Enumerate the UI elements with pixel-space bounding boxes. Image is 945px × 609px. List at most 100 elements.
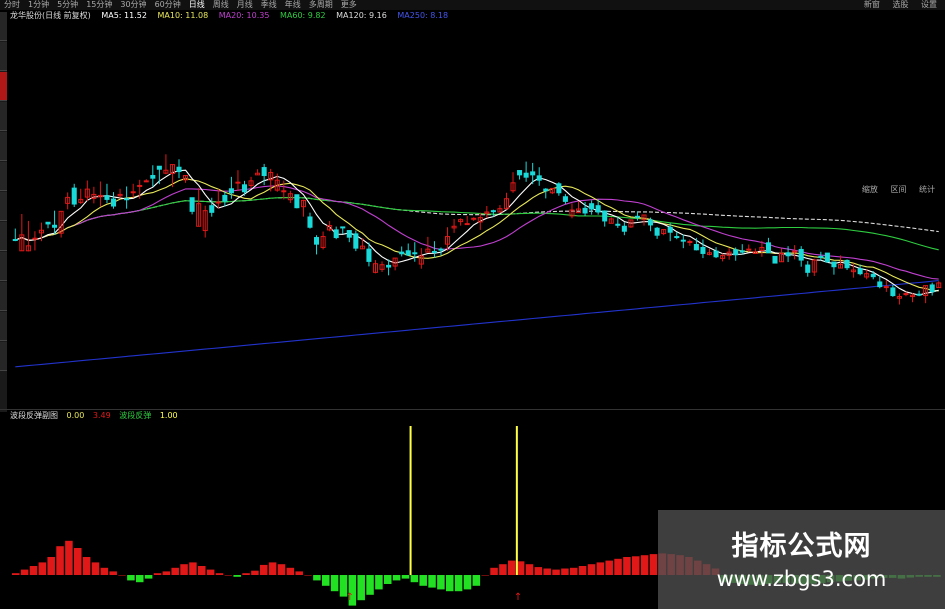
side-tab-7[interactable]: [0, 192, 7, 221]
histogram-bar: [357, 575, 365, 601]
candle-body: [45, 221, 51, 225]
histogram-bar: [561, 568, 569, 575]
candle-body: [215, 201, 221, 204]
histogram-bar: [38, 562, 47, 575]
period-tab-5[interactable]: 60分钟: [151, 0, 185, 10]
ma20-value: MA20: 10.35: [218, 11, 270, 20]
stock-title: 龙华股份(日线 前复权): [10, 11, 91, 20]
settings-button[interactable]: 设置: [921, 0, 937, 9]
period-tab-11[interactable]: 多周期: [305, 0, 337, 10]
candle-body: [739, 250, 745, 253]
period-tab-9[interactable]: 季线: [257, 0, 281, 10]
histogram-bar: [313, 575, 321, 581]
side-tab-10[interactable]: [0, 282, 7, 311]
candle-body: [602, 210, 608, 222]
histogram-bar: [91, 562, 100, 575]
ma120-value: MA120: 9.16: [336, 11, 387, 20]
candle-body: [785, 252, 791, 257]
side-tab-8[interactable]: [0, 222, 7, 251]
period-tab-0[interactable]: 分时: [0, 0, 24, 10]
histogram-bar: [508, 560, 516, 575]
candle-body: [222, 194, 228, 202]
histogram-bar: [233, 575, 241, 577]
histogram-bar: [65, 540, 73, 575]
stock-picker-button[interactable]: 选股: [892, 0, 908, 9]
period-tab-3[interactable]: 15分钟: [82, 0, 116, 10]
stats-button[interactable]: 统计: [919, 185, 935, 194]
histogram-bar: [446, 575, 454, 592]
ma10-line: [15, 178, 939, 292]
side-tab-4[interactable]: [0, 102, 7, 131]
side-tab-6[interactable]: [0, 162, 7, 191]
side-tab-1[interactable]: [0, 12, 7, 41]
candle-body: [798, 248, 804, 261]
candle-body: [235, 181, 241, 184]
period-toolbar: 分时 1分钟 5分钟 15分钟 30分钟 60分钟 日线 周线 月线 季线 年线 多周期 更多: [0, 0, 945, 10]
histogram-bar: [578, 566, 587, 575]
candle-body: [746, 248, 752, 251]
candle-body: [104, 195, 110, 200]
histogram-bar: [56, 546, 64, 575]
histogram-bar: [463, 575, 472, 590]
histogram-bar: [454, 575, 463, 592]
zoom-button[interactable]: 缩放: [862, 185, 878, 194]
candle-body: [137, 184, 143, 187]
histogram-bar: [516, 561, 525, 575]
histogram-bar: [375, 575, 383, 590]
candle-body: [12, 239, 18, 242]
period-tab-8[interactable]: 月线: [233, 0, 257, 10]
range-button[interactable]: 区间: [890, 185, 906, 194]
candle-body: [654, 227, 660, 236]
histogram-bar: [162, 571, 171, 575]
watermark-url: www.zbgs3.com: [716, 567, 887, 591]
histogram-bar: [322, 575, 330, 586]
histogram-bar: [286, 567, 295, 575]
histogram-bar: [224, 575, 233, 576]
histogram-bar: [632, 556, 640, 575]
candle-body: [156, 165, 162, 170]
histogram-bar: [419, 575, 427, 586]
period-tab-7[interactable]: 周线: [209, 0, 233, 10]
candle-body: [634, 215, 640, 218]
candle-body: [405, 250, 411, 256]
candle-body: [903, 293, 909, 296]
candle-body: [143, 180, 149, 183]
candle-body: [294, 194, 300, 209]
period-tab-12[interactable]: 更多: [337, 0, 361, 10]
histogram-bar: [552, 569, 560, 575]
candle-body: [582, 207, 588, 214]
main-controls: 缩放 区间 统计: [852, 184, 935, 195]
period-tab-2[interactable]: 5分钟: [53, 0, 82, 10]
histogram-bar: [215, 573, 224, 575]
side-tab-9[interactable]: [0, 252, 7, 281]
side-tab-5[interactable]: [0, 132, 7, 161]
candle-body: [831, 261, 837, 268]
candle-body: [530, 171, 536, 176]
candle-body: [929, 284, 935, 293]
side-tab-2[interactable]: [0, 42, 7, 71]
candle-body: [228, 188, 234, 194]
pane-divider[interactable]: [0, 409, 945, 410]
histogram-bar: [109, 571, 117, 575]
histogram-bar: [428, 575, 436, 588]
period-tab-4[interactable]: 30分钟: [116, 0, 150, 10]
candle-body: [52, 224, 58, 228]
period-tab-6[interactable]: 日线: [185, 0, 209, 10]
candle-body: [713, 250, 719, 258]
period-tab-10[interactable]: 年线: [281, 0, 305, 10]
candle-body: [870, 273, 876, 278]
histogram-bar: [153, 573, 162, 575]
side-tab-3[interactable]: [0, 72, 7, 101]
candle-body: [209, 205, 215, 213]
side-tab-11[interactable]: [0, 312, 7, 341]
period-tab-1[interactable]: 1分钟: [24, 0, 53, 10]
histogram-bar: [171, 567, 179, 575]
histogram-bar: [472, 575, 481, 586]
candle-body: [412, 252, 418, 255]
side-tab-12[interactable]: [0, 342, 7, 371]
histogram-bar: [640, 555, 649, 575]
new-window-button[interactable]: 新窗: [864, 0, 880, 9]
candle-body: [543, 188, 549, 192]
histogram-bar: [437, 575, 445, 590]
buy-arrow-icon: ↑: [346, 592, 354, 603]
